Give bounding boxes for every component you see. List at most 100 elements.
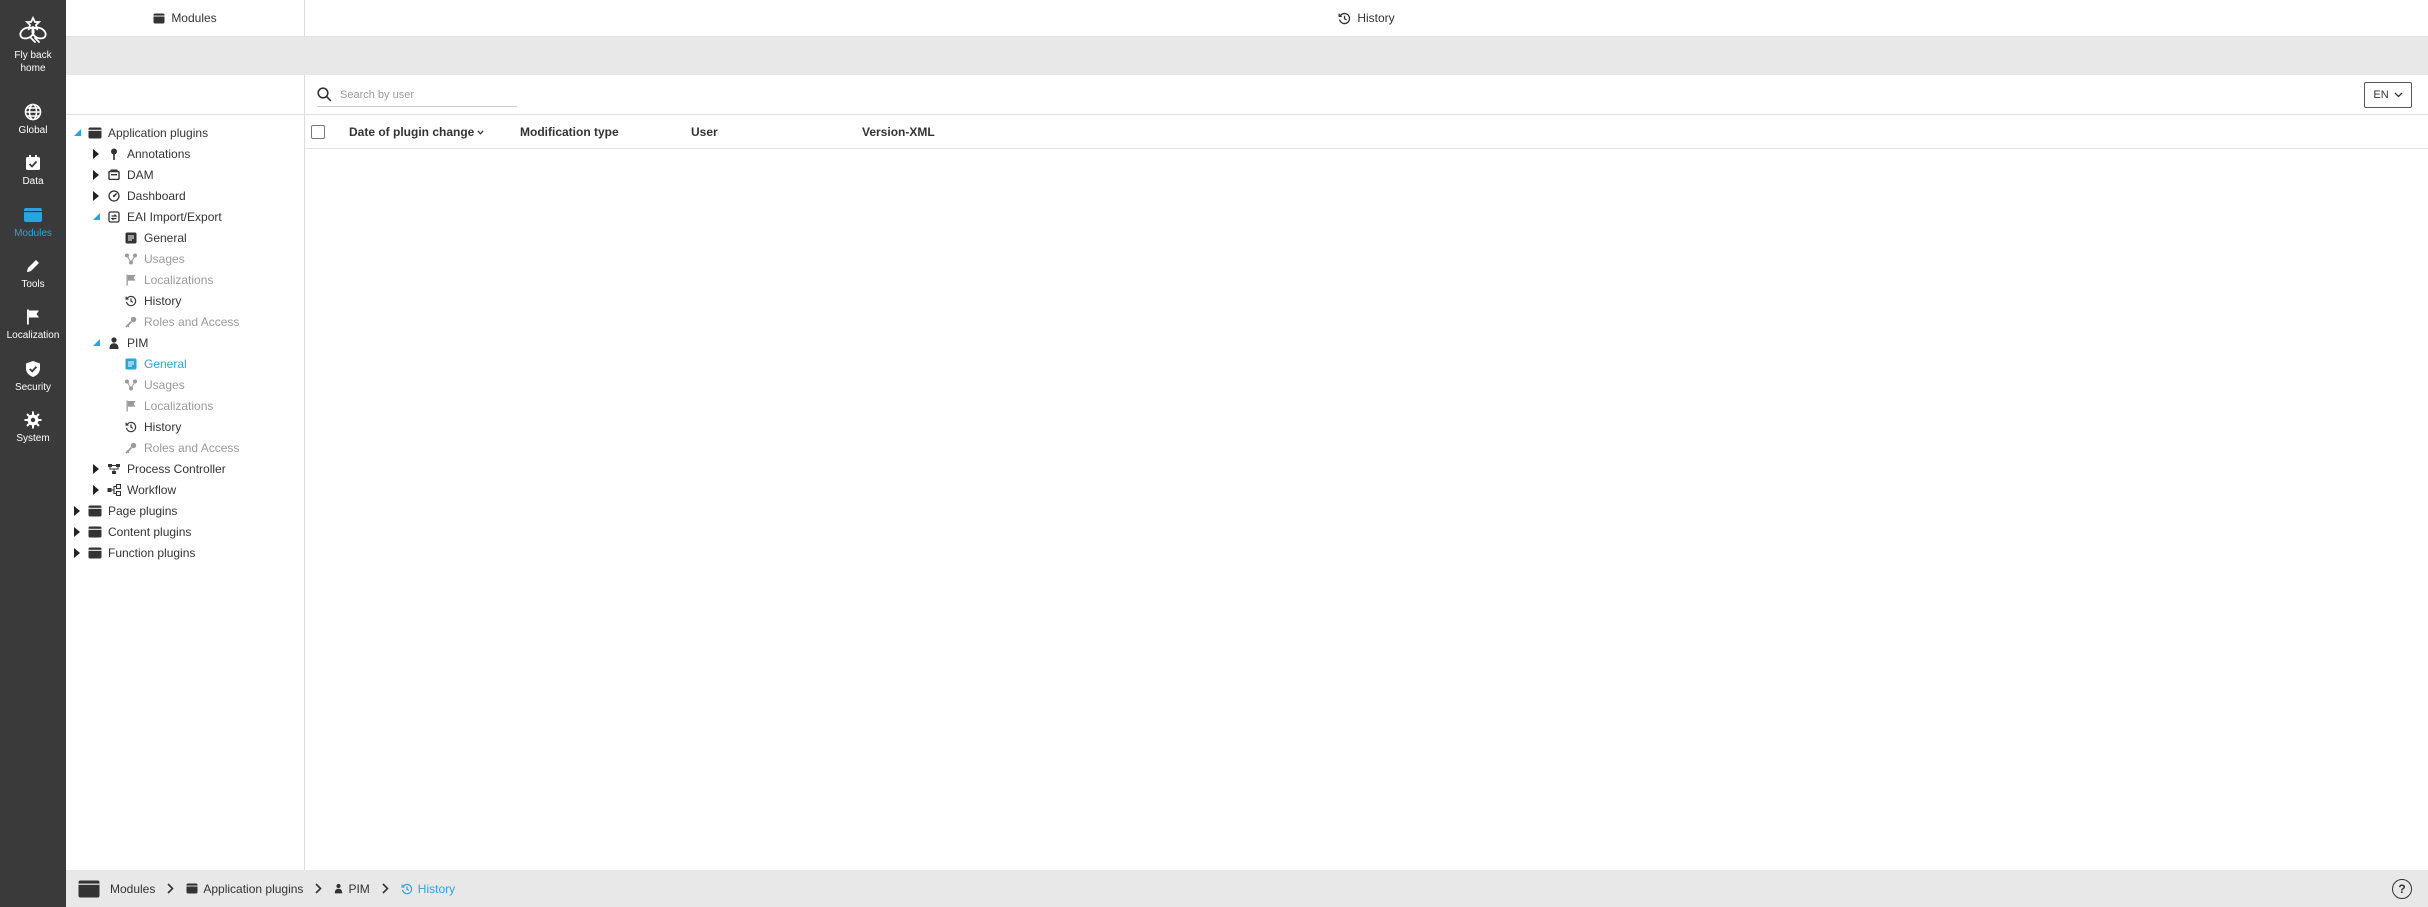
tree-node-dashboard[interactable]: Dashboard <box>91 185 186 206</box>
tree-node-workflow[interactable]: Workflow <box>91 479 176 500</box>
tree-node-pim[interactable]: PIM <box>91 332 148 353</box>
pim-icon <box>109 336 119 349</box>
general-icon <box>125 232 137 243</box>
expand-toggle[interactable] <box>91 190 101 201</box>
expand-toggle[interactable] <box>91 339 101 346</box>
dashboard-icon <box>108 189 120 202</box>
caret-right-icon <box>93 484 99 495</box>
usages-icon <box>125 253 137 264</box>
tree-node-label: Localizations <box>144 398 214 413</box>
search-input[interactable] <box>340 88 500 101</box>
rail-item-global[interactable]: Global <box>0 103 66 137</box>
breadcrumb-history[interactable]: History <box>401 882 455 896</box>
tree-node-label: History <box>144 293 182 308</box>
chevron-right-icon <box>167 883 174 894</box>
history-icon <box>125 421 137 432</box>
tree-node-page-plugins[interactable]: Page plugins <box>72 500 177 521</box>
expand-toggle[interactable] <box>91 463 101 474</box>
tree-leaf-eai-usages[interactable]: Usages <box>124 248 185 269</box>
rail-item-system[interactable]: System <box>0 411 66 445</box>
help-button[interactable]: ? <box>2392 879 2412 899</box>
breadcrumb-modules[interactable]: Modules <box>110 882 155 896</box>
rail-item-label: Localization <box>6 330 60 341</box>
rail-item-localization[interactable]: Localization <box>0 308 66 342</box>
history-toolbar: EN <box>305 75 2428 115</box>
rail-item-home[interactable]: Fly back home <box>0 12 66 75</box>
column-header-modification-type[interactable]: Modification type <box>520 115 619 149</box>
tree-node-label: General <box>144 356 187 371</box>
tree-leaf-eai-localizations[interactable]: Localizations <box>124 269 213 290</box>
tree-node-application-plugins[interactable]: Application plugins <box>72 122 208 143</box>
caret-right-icon <box>93 190 99 201</box>
module-icon <box>78 880 100 897</box>
column-header-user[interactable]: User <box>691 115 718 149</box>
breadcrumb-pim[interactable]: PIM <box>334 881 370 896</box>
expand-toggle[interactable] <box>91 213 101 220</box>
tree-node-dam[interactable]: DAM <box>91 164 154 185</box>
tree-node-label: EAI Import/Export <box>127 209 222 224</box>
history-icon <box>1338 12 1351 24</box>
module-icon <box>88 547 102 558</box>
tree-leaf-pim-usages[interactable]: Usages <box>124 374 185 395</box>
tree-leaf-eai-general[interactable]: General <box>124 227 187 248</box>
expand-toggle[interactable] <box>72 547 82 558</box>
tree-node-process-controller[interactable]: Process Controller <box>91 458 226 479</box>
tree-leaf-pim-general[interactable]: General <box>124 353 187 374</box>
rail-item-label: Security <box>14 382 52 393</box>
tree-node-content-plugins[interactable]: Content plugins <box>72 521 191 542</box>
caret-right-icon <box>93 463 99 474</box>
chevron-right-icon <box>382 883 389 894</box>
tree-node-eai-import-export[interactable]: EAI Import/Export <box>91 206 222 227</box>
chevron-right-icon <box>315 883 323 894</box>
content-header: History <box>305 0 2428 37</box>
eai-icon <box>108 210 120 223</box>
caret-open-icon <box>92 339 100 346</box>
search-box <box>317 83 517 107</box>
plugin-tree: Application plugins Annotations DAM Dash… <box>66 75 305 870</box>
rail-item-modules[interactable]: Modules <box>0 206 66 240</box>
expand-toggle[interactable] <box>91 148 101 159</box>
tree-leaf-eai-roles-access[interactable]: Roles and Access <box>124 311 239 332</box>
column-header-version-xml[interactable]: Version-XML <box>862 115 935 149</box>
rail-item-security[interactable]: Security <box>0 360 66 394</box>
breadcrumb-application-plugins[interactable]: Application plugins <box>186 882 303 896</box>
expand-toggle[interactable] <box>91 169 101 180</box>
tree-node-label: Dashboard <box>127 188 186 203</box>
pin-icon <box>111 148 117 160</box>
main-navigation-rail: Fly back home Global Data Modules Tools <box>0 0 66 907</box>
rail-item-label: Modules <box>14 228 52 239</box>
expand-toggle[interactable] <box>72 129 82 136</box>
sort-chevron-down-icon <box>477 129 484 135</box>
navigator-header: Modules <box>66 0 305 37</box>
module-icon <box>153 13 165 23</box>
content-title: History <box>1357 11 1395 25</box>
expand-toggle[interactable] <box>72 526 82 537</box>
tree-node-function-plugins[interactable]: Function plugins <box>72 542 195 563</box>
rail-item-tools[interactable]: Tools <box>0 257 66 291</box>
expand-toggle[interactable] <box>91 484 101 495</box>
breadcrumb-label: PIM <box>348 881 370 896</box>
rail-item-label: Data <box>22 176 44 187</box>
key-icon <box>125 316 137 328</box>
language-select[interactable]: EN <box>2364 82 2412 108</box>
caret-right-icon <box>74 505 80 516</box>
process-icon <box>108 463 120 474</box>
tree-leaf-pim-history[interactable]: History <box>124 416 181 437</box>
select-all-checkbox[interactable] <box>311 125 325 139</box>
tree-node-annotations[interactable]: Annotations <box>91 143 190 164</box>
dam-icon <box>108 169 120 180</box>
module-icon <box>186 883 198 894</box>
module-icon <box>24 208 42 222</box>
tree-node-label: Page plugins <box>108 503 178 518</box>
rail-item-data[interactable]: Data <box>0 154 66 188</box>
tree-node-label: Function plugins <box>108 545 196 560</box>
history-table-header: Date of plugin change Modification type … <box>305 115 2428 149</box>
caret-open-icon <box>73 129 81 136</box>
tree-leaf-eai-history[interactable]: History <box>124 290 181 311</box>
usages-icon <box>125 379 137 390</box>
column-header-date[interactable]: Date of plugin change <box>349 115 484 149</box>
tree-leaf-pim-localizations[interactable]: Localizations <box>124 395 213 416</box>
tree-leaf-pim-roles-access[interactable]: Roles and Access <box>124 437 239 458</box>
expand-toggle[interactable] <box>72 505 82 516</box>
tree-node-label: Content plugins <box>108 524 192 539</box>
